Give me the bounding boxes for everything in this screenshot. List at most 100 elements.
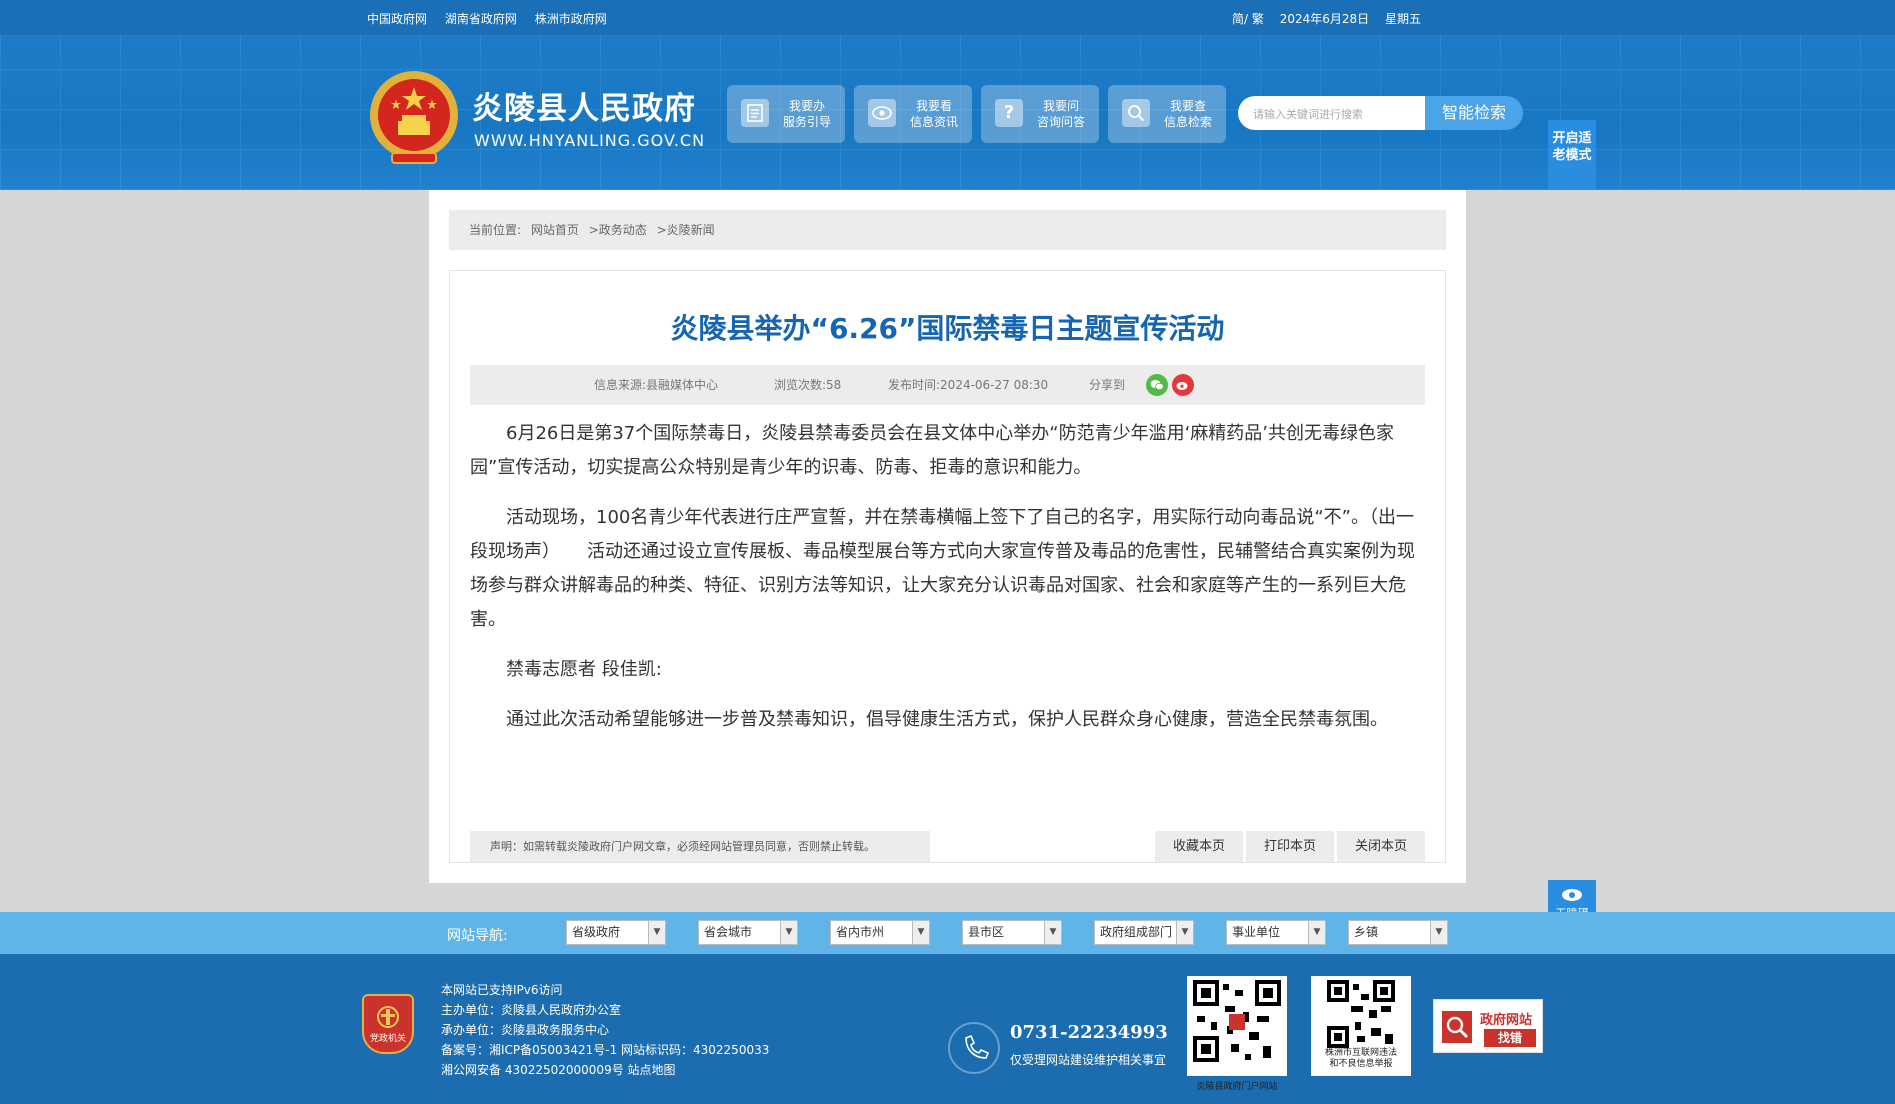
- lang-switch[interactable]: 简/ 繁: [1232, 12, 1264, 26]
- bookmark-button[interactable]: 收藏本页: [1155, 831, 1243, 862]
- top-links: 中国政府网 湖南省政府网 株洲市政府网: [367, 10, 621, 27]
- national-emblem-icon: [370, 71, 458, 164]
- article-source: 信息来源:县融媒体中心: [594, 378, 719, 392]
- article-paragraph: 禁毒志愿者 段佳凯:: [506, 659, 662, 680]
- service-sub: 信息资讯: [910, 115, 959, 129]
- article-title: 炎陵县举办“6.26”国际禁毒日主题宣传活动: [670, 312, 1225, 345]
- qr-label: 炎陵县政府门户网站: [1196, 1082, 1278, 1092]
- top-right: 简/ 繁 2024年6月28日 星期五: [1232, 10, 1433, 27]
- weibo-icon[interactable]: [1172, 374, 1194, 396]
- footer-line: 承办单位：炎陵县政务服务中心: [441, 1023, 610, 1037]
- content-page: 当前位置: 网站首页 >政务动态 >炎陵新闻 炎陵县举办“6.26”国际禁毒日主…: [429, 190, 1466, 883]
- article-date: 发布时间:2024-06-27 08:30: [888, 378, 1049, 392]
- site-name: 炎陵县人民政府: [472, 91, 696, 127]
- select-value: 县市区: [968, 925, 1005, 939]
- article-paragraph: 活动现场，100名青少年代表进行庄严宣誓，并在禁毒横幅上签下了自己的名字，用实际…: [470, 507, 1415, 630]
- qr-code-icon: [1193, 980, 1281, 1062]
- breadcrumb: 当前位置: 网站首页 >政务动态 >炎陵新闻: [449, 210, 1446, 250]
- site-nav-bar: 网站导航: 省级政府 ▼ 省会城市 ▼ 省内市州 ▼ 县市区 ▼ 政府组成部门 ▼ 事业单…: [0, 912, 1895, 954]
- hotline-note: 仅受理网站建设维护相关事宜: [1010, 1053, 1167, 1067]
- qr-code-report: 株洲市互联网违法 和不良信息举报: [1311, 976, 1411, 1076]
- footer-line: 本网站已支持IPv6访问: [441, 983, 563, 997]
- party-gov-badge-icon[interactable]: 党政机关: [362, 994, 414, 1054]
- service-label: 我要看: [916, 99, 953, 113]
- print-button[interactable]: 打印本页: [1246, 831, 1334, 862]
- service-sub: 信息检索: [1164, 115, 1213, 129]
- service-label: 我要办: [789, 99, 826, 113]
- footer-info: 本网站已支持IPv6访问 主办单位：炎陵县人民政府办公室 承办单位：炎陵县政务服…: [441, 980, 769, 1080]
- search-icon: [1122, 99, 1150, 127]
- hotline-number: 0731-22234993: [1010, 1022, 1168, 1043]
- select-value: 省会城市: [704, 925, 753, 939]
- select-departments[interactable]: 政府组成部门 ▼: [1094, 920, 1194, 945]
- service-kan-button[interactable]: 我要看 信息资讯: [854, 85, 972, 143]
- select-institutions[interactable]: 事业单位 ▼: [1226, 920, 1326, 945]
- chevron-down-icon: ▼: [1176, 921, 1193, 944]
- link-gov-cn[interactable]: 中国政府网: [367, 12, 427, 26]
- service-sub: 服务引导: [783, 115, 832, 129]
- badge-label: 党政机关: [369, 1033, 406, 1044]
- select-value: 乡镇: [1354, 925, 1379, 939]
- gov-site-error-report-button[interactable]: 政府网站 找错: [1433, 999, 1543, 1053]
- copyright-notice: 声明：如需转载炎陵政府门户网文章，必须经网站管理员同意，否则禁止转载。: [470, 831, 930, 862]
- article: 炎陵县举办“6.26”国际禁毒日主题宣传活动 信息来源:县融媒体中心 浏览次数:…: [449, 270, 1446, 863]
- select-towns[interactable]: 乡镇 ▼: [1348, 920, 1448, 945]
- select-cities[interactable]: 省内市州 ▼: [830, 920, 930, 945]
- error-report-label: 找错: [1484, 1029, 1536, 1047]
- share-label: 分享到: [1089, 378, 1126, 392]
- link-hunan-gov[interactable]: 湖南省政府网: [445, 12, 517, 26]
- top-bar: 中国政府网 湖南省政府网 株洲市政府网 简/ 繁 2024年6月28日 星期五: [0, 0, 1895, 35]
- site-footer: 党政机关 本网站已支持IPv6访问 主办单位：炎陵县人民政府办公室 承办单位：炎…: [0, 954, 1895, 1104]
- search-placeholder: 请输入关键词进行搜索: [1253, 108, 1363, 121]
- date-text: 2024年6月28日: [1279, 12, 1370, 26]
- select-value: 省级政府: [572, 925, 621, 939]
- close-page-button[interactable]: 关闭本页: [1337, 831, 1425, 862]
- question-icon: ?: [995, 99, 1023, 127]
- chevron-down-icon: ▼: [780, 921, 797, 944]
- elder-mode-button[interactable]: 开启适老模式: [1548, 120, 1596, 190]
- footer-line: 主办单位：炎陵县人民政府办公室: [441, 1003, 622, 1017]
- breadcrumb-yanling-news[interactable]: >炎陵新闻: [657, 223, 715, 237]
- wechat-icon[interactable]: [1146, 374, 1168, 396]
- footer-line: 湘公网安备 43022502000009号 站点地图: [441, 1063, 676, 1077]
- chevron-down-icon: ▼: [1308, 921, 1325, 944]
- link-zhuzhou-gov[interactable]: 株洲市政府网: [535, 12, 607, 26]
- site-domain: WWW.HNYANLING.GOV.CN: [474, 131, 706, 150]
- select-value: 政府组成部门: [1100, 925, 1173, 939]
- article-body: 6月26日是第37个国际禁毒日，炎陵县禁毒委员会在县文体中心举办“防范青少年滥用…: [470, 417, 1427, 753]
- select-value: 事业单位: [1232, 925, 1281, 939]
- service-banshi-button[interactable]: 我要办 服务引导: [727, 85, 845, 143]
- eye-icon: [868, 99, 896, 127]
- qr-label: 株洲市互联网违法 和不良信息举报: [1324, 1048, 1397, 1069]
- eye-icon: [1562, 889, 1582, 901]
- select-capital-cities[interactable]: 省会城市 ▼: [698, 920, 798, 945]
- article-views: 浏览次数:58: [774, 378, 842, 392]
- qr-code-portal: 炎陵县政府门户网站: [1187, 976, 1287, 1092]
- breadcrumb-news-affairs[interactable]: >政务动态: [589, 223, 647, 237]
- article-meta: 信息来源:县融媒体中心 浏览次数:58 发布时间:2024-06-27 08:3…: [470, 365, 1425, 405]
- phone-icon: [948, 1022, 1000, 1074]
- service-label: 我要查: [1170, 99, 1207, 113]
- badge-emblem: [377, 1005, 399, 1028]
- search-input[interactable]: 请输入关键词进行搜索: [1238, 96, 1425, 130]
- service-sub: 咨询问答: [1037, 115, 1086, 129]
- error-report-title: 政府网站: [1480, 1013, 1533, 1028]
- search-button[interactable]: 智能检索: [1425, 96, 1523, 130]
- chevron-down-icon: ▼: [912, 921, 929, 944]
- chevron-down-icon: ▼: [1044, 921, 1061, 944]
- chevron-down-icon: ▼: [1430, 921, 1447, 944]
- service-wen-button[interactable]: ? 我要问咨询问答: [981, 85, 1099, 143]
- select-value: 省内市州: [836, 925, 885, 939]
- breadcrumb-home[interactable]: 网站首页: [531, 223, 579, 237]
- weekday-text: 星期五: [1384, 12, 1421, 26]
- service-cha-button[interactable]: 我要查 信息检索: [1108, 85, 1226, 143]
- select-provincial-gov[interactable]: 省级政府 ▼: [566, 920, 666, 945]
- chevron-down-icon: ▼: [648, 921, 665, 944]
- document-icon: [741, 99, 769, 127]
- select-counties[interactable]: 县市区 ▼: [962, 920, 1062, 945]
- breadcrumb-label: 当前位置:: [469, 223, 522, 237]
- article-paragraph: 6月26日是第37个国际禁毒日，炎陵县禁毒委员会在县文体中心举办“防范青少年滥用…: [470, 423, 1395, 478]
- magnifier-icon: [1442, 1011, 1472, 1043]
- service-label: 我要问: [1043, 99, 1080, 113]
- article-paragraph: 通过此次活动希望能够进一步普及禁毒知识，倡导健康生活方式，保护人民群众身心健康，…: [506, 709, 1388, 730]
